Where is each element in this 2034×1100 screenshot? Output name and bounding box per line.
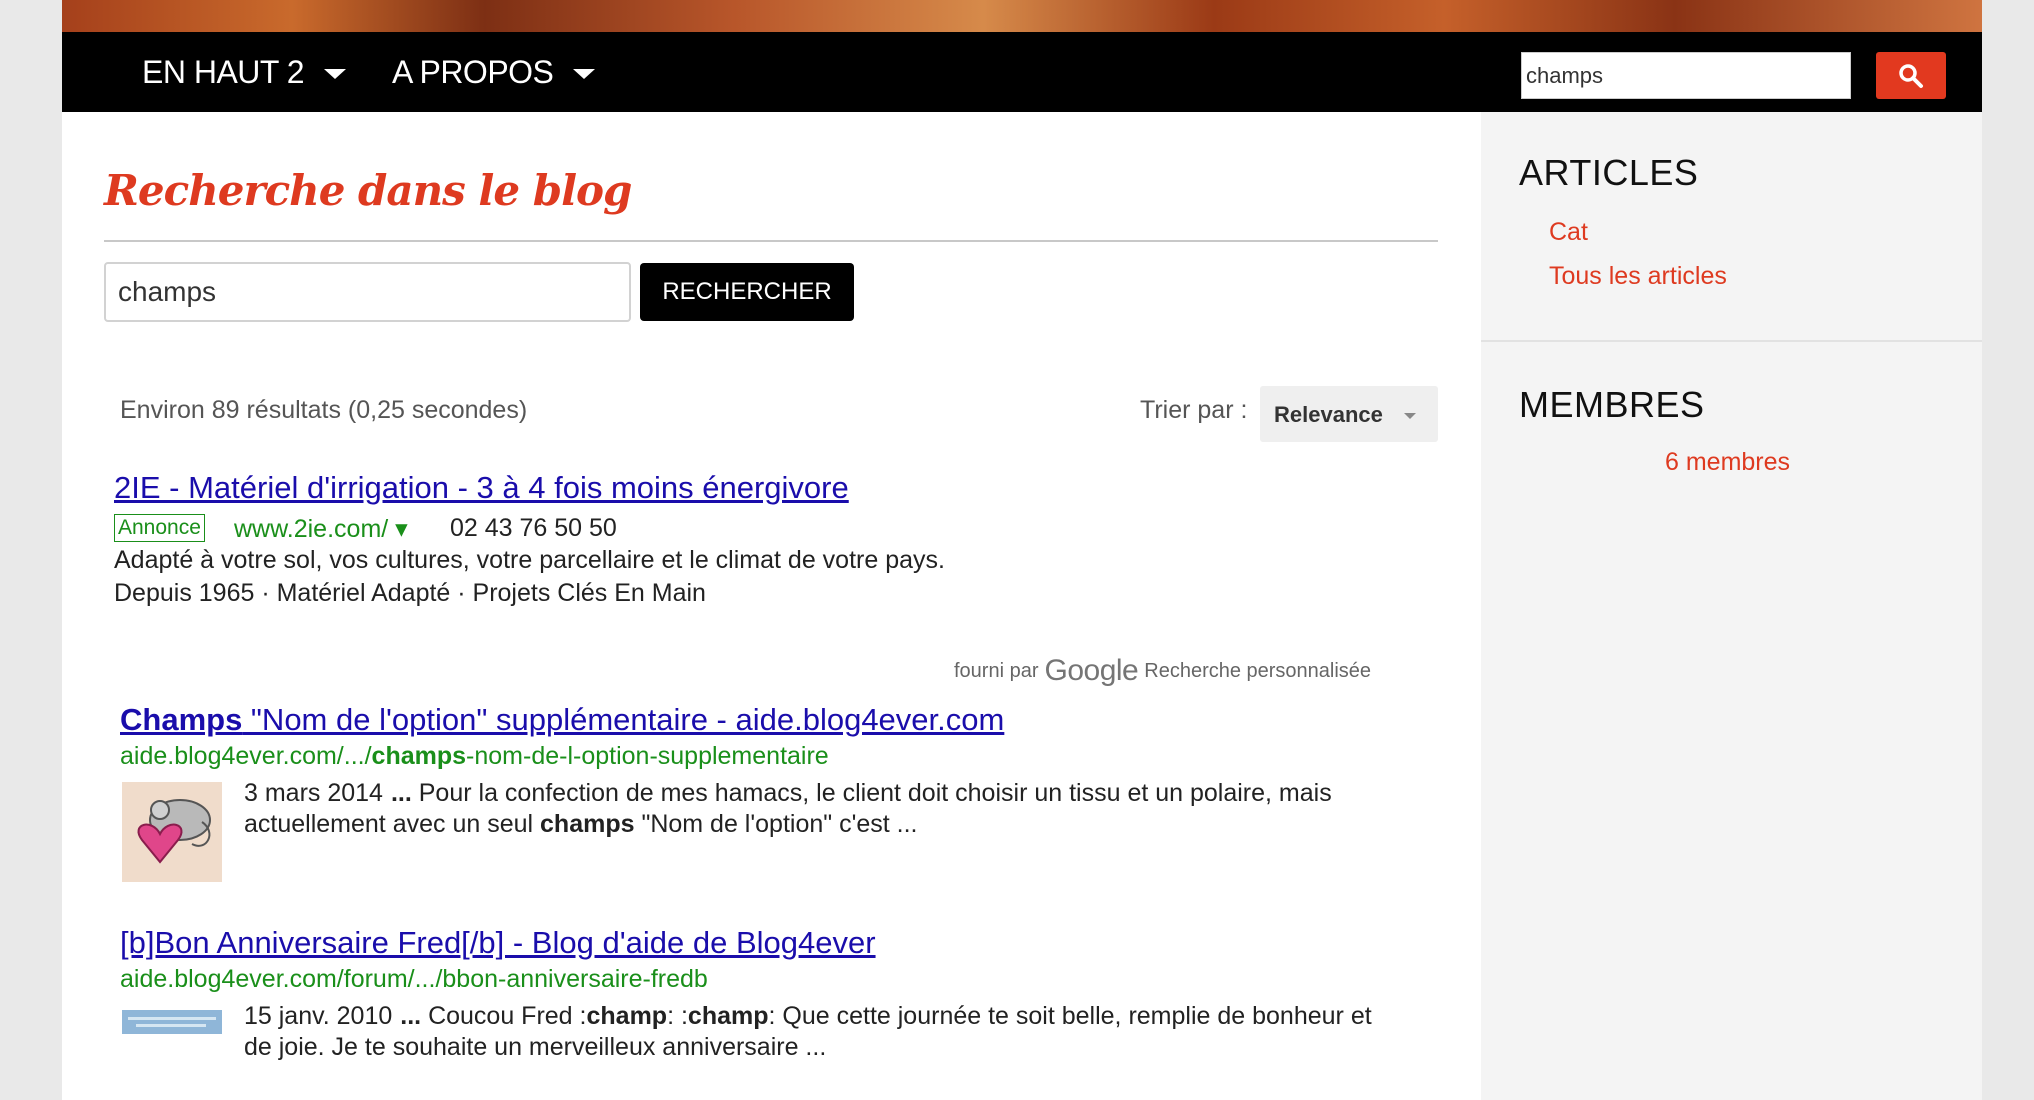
result-title-text: "Nom de l'option" supplémentaire - aide.… [242, 702, 1005, 737]
result-snippet-highlight: champ [586, 1002, 668, 1030]
header-banner-image [62, 0, 1982, 32]
result-title-link[interactable]: [b]Bon Anniversaire Fred[/b] - Blog d'ai… [120, 925, 876, 961]
result-snippet-highlight: champ [687, 1002, 769, 1030]
result-url-part: aide.blog4ever.com/.../ [120, 742, 372, 770]
ad-title-link[interactable]: 2IE - Matériel d'irrigation - 3 à 4 fois… [114, 470, 849, 506]
result-count: Environ 89 résultats (0,25 secondes) [120, 396, 528, 424]
nav-item-label: A PROPOS [392, 53, 554, 90]
caret-down-icon [573, 69, 596, 79]
nav-item-label: EN HAUT 2 [142, 53, 305, 90]
result-snippet-text: : : [667, 1002, 688, 1030]
search-icon [1899, 63, 1923, 88]
sort-label: Trier par : [1140, 396, 1248, 424]
caret-down-icon [324, 69, 347, 79]
result-date: 3 mars 2014 [244, 779, 383, 807]
ad-phone: 02 43 76 50 50 [450, 514, 617, 542]
ad-url-link[interactable]: www.2ie.com/ ▾ [234, 514, 408, 544]
result-url-part: -nom-de-l-option-supplementaire [466, 742, 829, 770]
result-snippet-highlight: champs [540, 810, 635, 838]
ad-sitelinks: Depuis 1965 · Matériel Adapté · Projets … [114, 579, 706, 607]
result-thumbnail-image[interactable] [122, 1010, 222, 1034]
powered-suffix: Recherche personnalisée [1144, 659, 1372, 682]
nav-item-a-propos[interactable]: A PROPOS [392, 32, 596, 112]
sidebar-divider [1481, 340, 1982, 342]
google-logo: Google [1044, 654, 1139, 687]
ad-description: Adapté à votre sol, vos cultures, votre … [114, 546, 945, 574]
sidebar-link-cat[interactable]: Cat [1549, 218, 1588, 247]
blog-search-input[interactable] [104, 262, 631, 322]
chevron-down-icon [1404, 413, 1416, 419]
sidebar-link-all-articles[interactable]: Tous les articles [1549, 262, 1727, 291]
nav-item-en-haut-2[interactable]: EN HAUT 2 [142, 32, 347, 112]
result-url: aide.blog4ever.com/forum/.../bbon-annive… [120, 965, 708, 993]
result-snippet-text: Coucou Fred : [421, 1002, 587, 1030]
result-url: aide.blog4ever.com/.../champs-nom-de-l-o… [120, 742, 829, 771]
header-search-button[interactable] [1876, 52, 1946, 99]
page-title: Recherche dans le blog [104, 166, 632, 215]
sort-dropdown[interactable]: Relevance [1260, 386, 1438, 442]
powered-by-google: fourni par Google Recherche personnalisé… [954, 654, 1371, 688]
powered-prefix: fourni par [954, 659, 1039, 682]
result-url-highlight: champs [371, 742, 467, 770]
result-snippet-ellipsis: ... [400, 1002, 422, 1030]
search-submit-button[interactable]: RECHERCHER [640, 263, 854, 321]
sidebar-members-link[interactable]: 6 membres [1665, 448, 1790, 477]
sidebar: ARTICLES Cat Tous les articles MEMBRES 6… [1481, 112, 1982, 1100]
sidebar-articles-heading: ARTICLES [1519, 152, 1699, 193]
ad-badge: Annonce [114, 514, 205, 542]
sort-selected-value: Relevance [1274, 402, 1383, 427]
result-snippet: 15 janv. 2010... Coucou Fred :champ: :ch… [244, 1001, 1404, 1063]
header-search-input[interactable] [1521, 52, 1851, 99]
result-snippet: 3 mars 2014... Pour la confection de mes… [244, 778, 1404, 840]
result-snippet-text: "Nom de l'option" c'est ... [634, 810, 918, 838]
result-thumbnail-image[interactable] [122, 782, 222, 882]
main-content: Recherche dans le blog RECHERCHER Enviro… [62, 112, 1481, 1100]
sidebar-members-heading: MEMBRES [1519, 384, 1705, 425]
result-snippet-ellipsis: ... [390, 779, 412, 807]
result-title-link[interactable]: Champs "Nom de l'option" supplémentaire … [120, 702, 1004, 738]
result-date: 15 janv. 2010 [244, 1002, 393, 1030]
result-title-highlight: Champs [120, 702, 243, 737]
title-divider [104, 240, 1438, 242]
